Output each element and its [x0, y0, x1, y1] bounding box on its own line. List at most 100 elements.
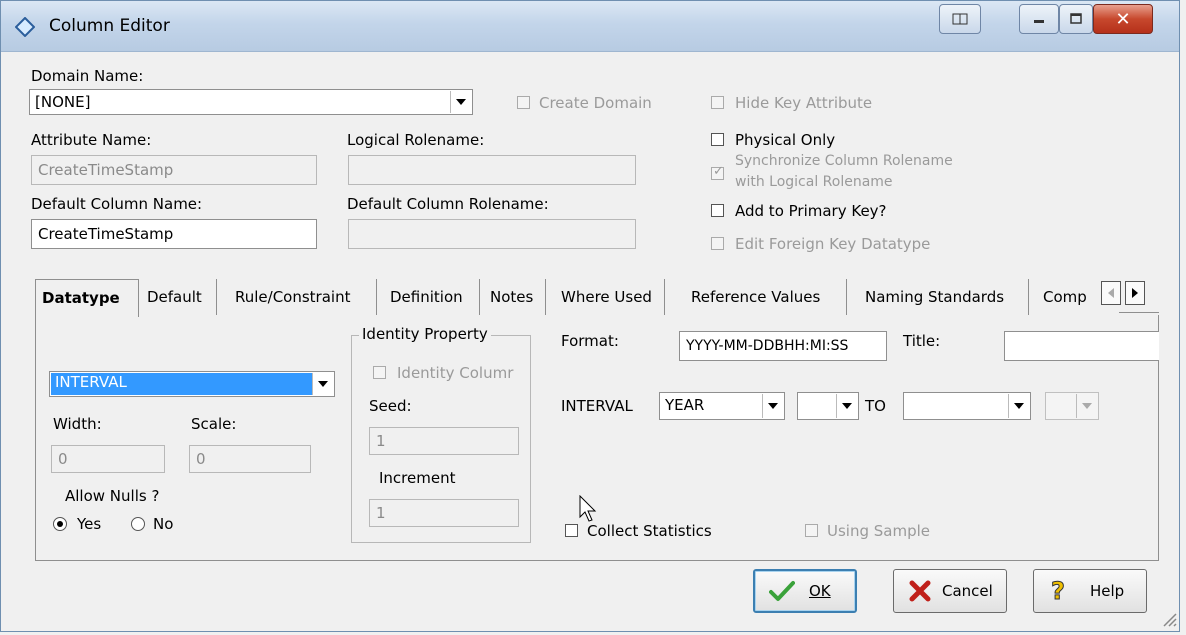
increment-field[interactable]: 1 [369, 499, 519, 527]
add-primary-key-checkbox[interactable] [711, 204, 724, 217]
identity-column-label: Identity Columr [397, 364, 514, 382]
help-button[interactable]: ? Help [1033, 569, 1147, 613]
hide-key-attribute-checkbox[interactable] [711, 96, 724, 109]
collect-statistics-checkbox[interactable] [565, 524, 578, 537]
default-column-rolename-label: Default Column Rolename: [347, 195, 549, 213]
minimize-button[interactable] [1019, 4, 1059, 34]
collect-statistics-label: Collect Statistics [587, 522, 712, 540]
tab-strip-divider [1119, 312, 1159, 313]
format-field[interactable]: YYYY-MM-DDBHH:MI:SS [679, 331, 887, 361]
help-question-icon: ? [1051, 577, 1066, 605]
identity-property-title: Identity Property [359, 325, 491, 343]
domain-name-select[interactable]: [NONE] [29, 89, 473, 115]
interval-from-precision-select[interactable] [797, 392, 859, 420]
interval-to-precision-select[interactable] [1045, 392, 1099, 420]
allow-nulls-yes-label: Yes [77, 515, 102, 533]
datatype-select[interactable]: INTERVAL [49, 371, 335, 397]
tab-reference-values[interactable]: Reference Values [685, 279, 847, 315]
hide-key-attribute-label: Hide Key Attribute [735, 94, 873, 112]
cancel-button[interactable]: Cancel [893, 569, 1007, 613]
width-label: Width: [53, 415, 102, 433]
close-button[interactable]: ✕ [1093, 4, 1153, 34]
tab-scroll-right-button[interactable] [1125, 281, 1145, 305]
maximize-button[interactable] [1059, 4, 1093, 34]
increment-label: Increment [379, 469, 456, 487]
synchronize-rolename-label-line1: Synchronize Column Rolename [735, 153, 953, 169]
help-label: Help [1090, 582, 1125, 600]
synchronize-rolename-checkbox[interactable]: ✓ [711, 164, 724, 180]
scale-field[interactable]: 0 [189, 445, 311, 473]
tab-scroll-left-button[interactable] [1101, 281, 1121, 305]
ok-label: OK [809, 582, 831, 600]
default-column-rolename-field[interactable] [348, 219, 636, 249]
using-sample-checkbox[interactable] [805, 524, 818, 537]
svg-text:?: ? [1051, 577, 1065, 605]
chevron-left-icon [1108, 288, 1114, 298]
chevron-down-icon[interactable] [762, 394, 783, 418]
edit-fk-datatype-checkbox[interactable] [711, 237, 724, 250]
default-column-name-field[interactable]: CreateTimeStamp [31, 219, 317, 249]
chevron-down-icon[interactable] [836, 394, 857, 418]
identity-column-checkbox[interactable] [373, 366, 386, 379]
synchronize-rolename-label-line2: with Logical Rolename [735, 174, 893, 190]
chevron-down-icon[interactable] [1076, 394, 1097, 418]
chevron-down-icon[interactable] [312, 373, 333, 395]
tab-default[interactable]: Default [141, 279, 217, 315]
ok-button[interactable]: OK [753, 569, 857, 613]
logical-rolename-label: Logical Rolename: [347, 131, 485, 149]
interval-to-select[interactable] [903, 392, 1031, 420]
interval-label: INTERVAL [561, 397, 633, 415]
attribute-name-field[interactable]: CreateTimeStamp [31, 155, 317, 185]
tab-definition[interactable]: Definition [384, 279, 480, 315]
scale-label: Scale: [191, 415, 237, 433]
chevron-down-icon[interactable] [1008, 394, 1029, 418]
datatype-value: INTERVAL [51, 373, 312, 395]
chevron-right-icon [1132, 288, 1138, 298]
tab-rule-constraint[interactable]: Rule/Constraint [229, 279, 377, 315]
close-icon: ✕ [1115, 8, 1131, 30]
interval-from-value: YEAR [665, 396, 705, 414]
default-column-name-label: Default Column Name: [31, 195, 203, 213]
column-editor-icon [15, 17, 35, 37]
tab-datatype[interactable]: Datatype [35, 279, 139, 317]
using-sample-label: Using Sample [827, 522, 931, 540]
tab-comp[interactable]: Comp [1037, 279, 1099, 315]
logical-rolename-field[interactable] [348, 155, 636, 185]
create-domain-label: Create Domain [539, 94, 652, 112]
chevron-down-icon[interactable] [450, 91, 471, 113]
checkmark-icon [769, 581, 795, 601]
domain-name-label: Domain Name: [31, 67, 144, 85]
create-domain-checkbox[interactable] [517, 96, 530, 109]
maximize-icon [1070, 13, 1082, 24]
cancel-x-icon [909, 580, 931, 602]
title-label: Title: [903, 332, 941, 350]
mouse-cursor-icon [579, 495, 597, 522]
resize-grip-icon[interactable] [1159, 609, 1177, 627]
tab-notes[interactable]: Notes [484, 279, 546, 315]
seed-field[interactable]: 1 [369, 427, 519, 455]
checkmark-icon: ✓ [713, 164, 724, 179]
allow-nulls-label: Allow Nulls ? [65, 487, 160, 505]
allow-nulls-no-radio[interactable] [131, 517, 145, 531]
column-editor-window: Column Editor ✕ Domain Name: [NONE] Crea… [0, 0, 1180, 632]
add-primary-key-label: Add to Primary Key? [735, 202, 887, 220]
tab-where-used[interactable]: Where Used [555, 279, 665, 315]
tab-naming-standards[interactable]: Naming Standards [859, 279, 1029, 315]
width-field[interactable]: 0 [51, 445, 165, 473]
title-bar[interactable]: Column Editor ✕ [1, 1, 1179, 52]
to-label: TO [865, 397, 886, 415]
tile-icon [952, 13, 968, 25]
format-label: Format: [561, 332, 619, 350]
physical-only-checkbox[interactable] [711, 133, 724, 146]
window-title: Column Editor [49, 16, 170, 36]
minimize-icon [1034, 20, 1044, 23]
interval-from-select[interactable]: YEAR [659, 392, 785, 420]
cancel-label: Cancel [942, 582, 993, 600]
edit-fk-datatype-label: Edit Foreign Key Datatype [735, 235, 931, 253]
allow-nulls-yes-radio[interactable] [53, 517, 67, 531]
title-field[interactable] [1004, 331, 1159, 361]
tile-window-button[interactable] [939, 4, 981, 34]
attribute-name-label: Attribute Name: [31, 131, 152, 149]
physical-only-label: Physical Only [735, 131, 836, 149]
allow-nulls-no-label: No [153, 515, 174, 533]
